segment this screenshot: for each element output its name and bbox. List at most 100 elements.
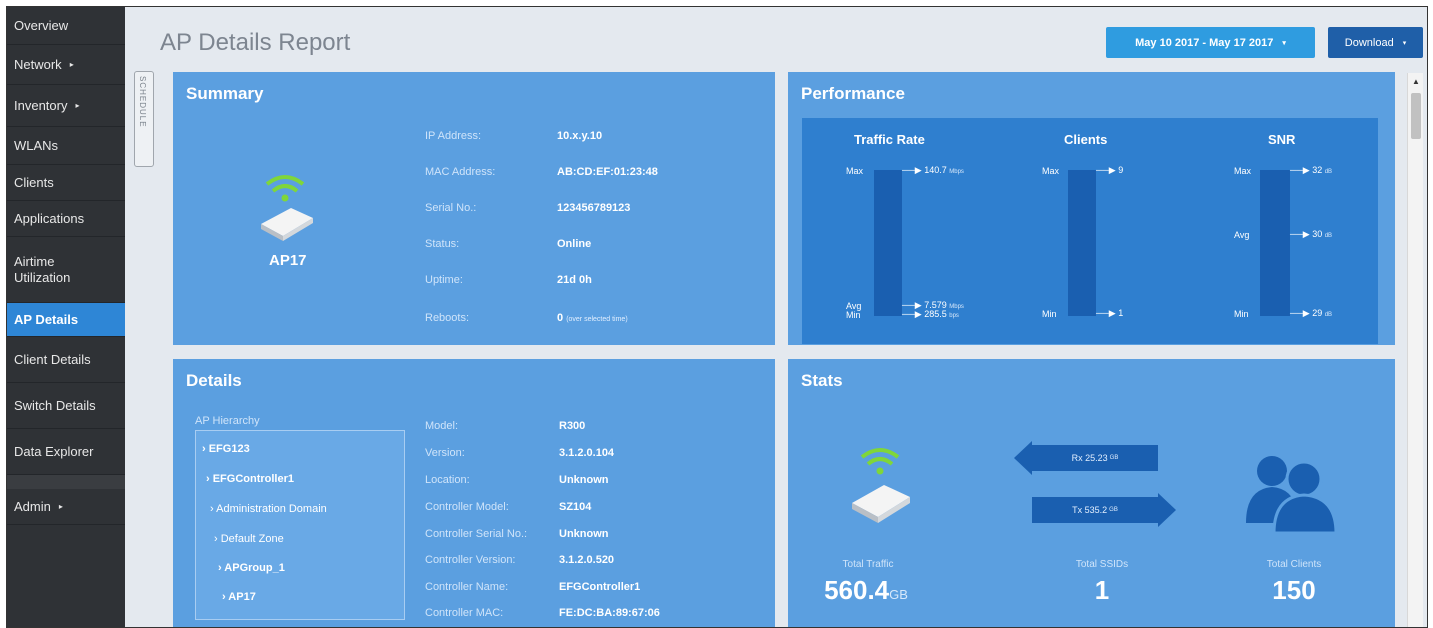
- controller-version-value: 3.1.2.0.520: [559, 554, 615, 566]
- clients-max-marker: ──▶ 9: [1096, 165, 1124, 175]
- sidebar-item-label: WLANs: [14, 138, 59, 153]
- field-label: Status:: [425, 238, 460, 250]
- reboots-note: (over selected time): [566, 316, 628, 323]
- date-range-label: May 10 2017 - May 17 2017: [1135, 36, 1274, 49]
- traffic-rate-title: Traffic Rate: [854, 132, 925, 147]
- location-value: Unknown: [559, 474, 609, 486]
- sidebar-item-label: Airtime Utilization: [14, 253, 71, 285]
- total-traffic-label: Total Traffic: [842, 559, 894, 570]
- sidebar-item-inventory[interactable]: Inventory ▸: [7, 85, 125, 127]
- total-ssids-value: 1: [1094, 575, 1110, 605]
- version-value: 3.1.2.0.104: [559, 447, 615, 459]
- snr-avg-marker: ──▶ 30 dB: [1290, 229, 1333, 239]
- ip-address-value: 10.x.y.10: [557, 130, 603, 142]
- ap-hierarchy-tree: › EFG123 › EFGController1 › Administrati…: [195, 430, 405, 620]
- download-button[interactable]: Download ▾: [1328, 27, 1423, 58]
- sidebar-item-applications[interactable]: Applications: [7, 201, 125, 237]
- details-panel: Details AP Hierarchy › EFG123 › EFGContr…: [173, 359, 775, 627]
- schedule-tab[interactable]: SCHEDULE: [134, 71, 154, 167]
- scroll-thumb[interactable]: [1411, 93, 1421, 139]
- sidebar-item-ap-details[interactable]: AP Details: [7, 303, 125, 337]
- summary-panel: Summary AP17 IP Address: 10.x.y.10 MAC A…: [173, 72, 775, 345]
- chevron-down-icon: ▾: [1282, 39, 1286, 47]
- traffic-min-label: Min: [846, 310, 861, 320]
- field-label: Location:: [425, 474, 470, 486]
- sidebar-item-label: Data Explorer: [14, 444, 94, 459]
- snr-max-label: Max: [1234, 166, 1252, 176]
- page-title: AP Details Report: [160, 29, 351, 56]
- access-point-icon: [852, 448, 910, 523]
- controller-model-value: SZ104: [559, 501, 592, 513]
- snr-min-marker: ──▶ 29 dB: [1290, 308, 1333, 318]
- sidebar-item-label: Overview: [14, 18, 69, 33]
- vertical-scrollbar[interactable]: ▲: [1407, 73, 1423, 627]
- stats-panel: Stats Rx 25.23 GB Tx 535.2 GB Total Traffi…: [788, 359, 1395, 627]
- clients-title: Clients: [1064, 132, 1108, 147]
- arrow-right-icon: [1158, 493, 1176, 527]
- field-label: Model:: [425, 420, 459, 432]
- hierarchy-item[interactable]: › APGroup_1: [218, 562, 285, 574]
- chevron-right-icon: ▸: [75, 101, 80, 110]
- traffic-max-label: Max: [846, 166, 864, 176]
- sidebar-item-switch-details[interactable]: Switch Details: [7, 383, 125, 429]
- model-value: R300: [559, 420, 586, 432]
- performance-panel: Performance Traffic Rate Max ──▶ 140.7 M…: [788, 72, 1395, 345]
- hierarchy-item[interactable]: › EFG123: [202, 443, 250, 455]
- sidebar-item-clients[interactable]: Clients: [7, 165, 125, 201]
- details-title: Details: [186, 371, 242, 390]
- sidebar-item-label: Switch Details: [14, 398, 96, 413]
- field-label: Serial No.:: [425, 202, 477, 214]
- field-label: Controller MAC:: [425, 607, 504, 619]
- chevron-down-icon: ▾: [1402, 39, 1407, 47]
- field-label: Reboots:: [425, 312, 470, 324]
- status-value: Online: [557, 238, 592, 250]
- traffic-min-marker: ──▶ 285.5 bps: [902, 309, 959, 319]
- mac-address-value: AB:CD:EF:01:23:48: [557, 166, 658, 178]
- sidebar-item-client-details[interactable]: Client Details: [7, 337, 125, 383]
- total-clients-label: Total Clients: [1266, 559, 1322, 570]
- total-ssids-label: Total SSIDs: [1075, 559, 1129, 570]
- field-label: MAC Address:: [425, 166, 496, 178]
- controller-name-value: EFGController1: [559, 581, 641, 593]
- download-label: Download: [1344, 36, 1394, 49]
- scroll-up-icon[interactable]: ▲: [1412, 77, 1420, 86]
- sidebar-item-data-explorer[interactable]: Data Explorer: [7, 429, 125, 475]
- snr-max-marker: ──▶ 32 dB: [1290, 165, 1333, 175]
- field-label: Uptime:: [425, 274, 463, 286]
- sidebar-item-network[interactable]: Network ▸: [7, 45, 125, 85]
- sidebar: Overview Network ▸ Inventory ▸ WLANs Clien…: [7, 7, 125, 627]
- hierarchy-item[interactable]: › EFGController1: [206, 473, 294, 485]
- hierarchy-item[interactable]: › Administration Domain: [210, 503, 327, 515]
- reboots-count: 0: [557, 312, 564, 324]
- hierarchy-item[interactable]: › Default Zone: [214, 533, 284, 545]
- hierarchy-item[interactable]: › AP17: [222, 591, 256, 603]
- uptime-value: 21d 0h: [557, 274, 592, 286]
- sidebar-item-admin[interactable]: Admin ▸: [7, 489, 125, 525]
- app-frame: Overview Network ▸ Inventory ▸ WLANs Clien…: [6, 6, 1428, 628]
- controller-serial-value: Unknown: [559, 528, 609, 540]
- access-point-icon: [261, 175, 313, 241]
- date-range-button[interactable]: May 10 2017 - May 17 2017 ▾: [1106, 27, 1315, 58]
- users-icon: [1246, 456, 1338, 533]
- sidebar-item-label: Network: [14, 57, 62, 72]
- clients-bar: [1068, 170, 1096, 316]
- snr-avg-label: Avg: [1234, 230, 1250, 240]
- sidebar-item-overview[interactable]: Overview: [7, 7, 125, 45]
- clients-min-marker: ──▶ 1: [1096, 308, 1124, 318]
- snr-title: SNR: [1268, 132, 1296, 147]
- field-label: IP Address:: [425, 130, 482, 142]
- sidebar-item-label: Inventory: [14, 98, 68, 113]
- schedule-label: SCHEDULE: [138, 76, 147, 128]
- traffic-max-marker: ──▶ 140.7 Mbps: [902, 165, 964, 175]
- hierarchy-label: AP Hierarchy: [195, 415, 260, 427]
- sidebar-item-label: Admin: [14, 499, 51, 514]
- sidebar-item-label: Clients: [14, 175, 54, 190]
- controller-mac-value: FE:DC:BA:89:67:06: [559, 607, 660, 619]
- tx-traffic: Tx 535.2 GB: [1032, 497, 1158, 523]
- summary-title: Summary: [186, 84, 264, 103]
- field-label: Controller Version:: [425, 554, 516, 566]
- sidebar-item-airtime-utilization[interactable]: Airtime Utilization: [7, 237, 125, 303]
- clients-max-label: Max: [1042, 166, 1060, 176]
- sidebar-item-wlans[interactable]: WLANs: [7, 127, 125, 165]
- performance-chart: Traffic Rate Max ──▶ 140.7 Mbps Avg ──▶ …: [802, 118, 1378, 344]
